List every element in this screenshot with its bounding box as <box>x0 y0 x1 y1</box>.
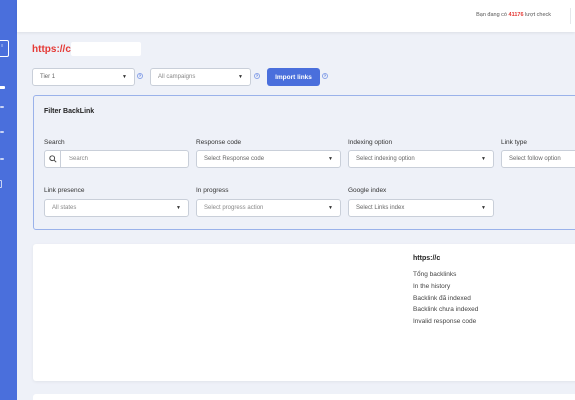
chevron-down-icon: ▼ <box>328 205 333 211</box>
stats-card <box>33 244 575 381</box>
in-progress-label: In progress <box>196 187 229 194</box>
chevron-down-icon: ▼ <box>238 74 243 80</box>
help-icon[interactable]: ? <box>322 73 328 79</box>
link-presence-label: Link presence <box>44 187 85 194</box>
filter-title: Filter BackLink <box>44 108 95 115</box>
stat-not-indexed: Backlink chưa indexed <box>413 306 479 313</box>
sidebar-toggle-button[interactable]: ≡ <box>0 40 9 57</box>
search-icon <box>45 151 61 167</box>
credits-prefix: Bạn đang có <box>476 12 507 18</box>
chevron-down-icon: ▼ <box>176 205 181 211</box>
google-index-value: Select Links index <box>356 205 405 211</box>
indexing-option-label: Indexing option <box>348 139 393 146</box>
indexing-option-value: Select indexing option <box>356 156 415 162</box>
stats-domain-title: https://c <box>413 255 441 262</box>
response-code-label: Response code <box>196 139 242 146</box>
stat-invalid-response: Invalid response code <box>413 318 477 325</box>
tier-select-value: Tier 1 <box>40 74 56 80</box>
response-code-select[interactable]: Select Response code ▼ <box>196 150 341 168</box>
topbar-divider <box>570 8 571 24</box>
google-index-select[interactable]: Select Links index ▼ <box>348 199 494 217</box>
sidebar-item[interactable] <box>0 180 2 188</box>
link-type-label: Link type <box>501 139 528 146</box>
domain-title: https://c <box>32 44 71 55</box>
help-icon[interactable]: ? <box>137 73 143 79</box>
stat-total-backlinks: Tổng backlinks <box>413 271 457 278</box>
tier-select[interactable]: Tier 1 ▼ <box>32 68 135 86</box>
in-progress-select[interactable]: Select progress action ▼ <box>196 199 341 217</box>
search-input[interactable] <box>61 151 181 167</box>
response-code-value: Select Response code <box>204 156 265 162</box>
search-label: Search <box>44 139 65 146</box>
in-progress-value: Select progress action <box>204 205 264 211</box>
chevron-down-icon: ▼ <box>481 156 486 162</box>
domain-redacted-box <box>71 42 141 56</box>
import-links-button[interactable]: Import links <box>267 68 320 86</box>
link-type-select[interactable]: Select follow option <box>501 150 575 168</box>
next-card <box>33 394 575 400</box>
sidebar-item[interactable] <box>0 131 4 133</box>
stat-in-history: In the history <box>413 283 451 290</box>
credits-suffix: lượt check <box>525 12 551 18</box>
campaigns-select-value: All campaigns <box>158 74 196 80</box>
indexing-option-select[interactable]: Select indexing option ▼ <box>348 150 494 168</box>
campaigns-select[interactable]: All campaigns ▼ <box>150 68 251 86</box>
sidebar-item[interactable] <box>0 106 4 108</box>
sidebar-item[interactable] <box>0 158 4 160</box>
stat-indexed: Backlink đã indexed <box>413 295 471 302</box>
search-box[interactable] <box>44 150 189 168</box>
sidebar: ≡ <box>0 0 17 400</box>
credits-count: 41176 <box>508 12 524 18</box>
chevron-down-icon: ▼ <box>122 74 127 80</box>
link-presence-value: All states <box>52 205 77 211</box>
link-presence-select[interactable]: All states ▼ <box>44 199 189 217</box>
sidebar-item-active[interactable] <box>0 86 5 89</box>
top-bar: Bạn đang có 41176 lượt check <box>17 0 575 32</box>
chevron-down-icon: ▼ <box>481 205 486 211</box>
google-index-label: Google index <box>348 187 387 194</box>
link-type-value: Select follow option <box>509 156 561 162</box>
help-icon[interactable]: ? <box>254 73 260 79</box>
chevron-down-icon: ▼ <box>328 156 333 162</box>
check-credits: Bạn đang có 41176 lượt check <box>476 12 551 18</box>
